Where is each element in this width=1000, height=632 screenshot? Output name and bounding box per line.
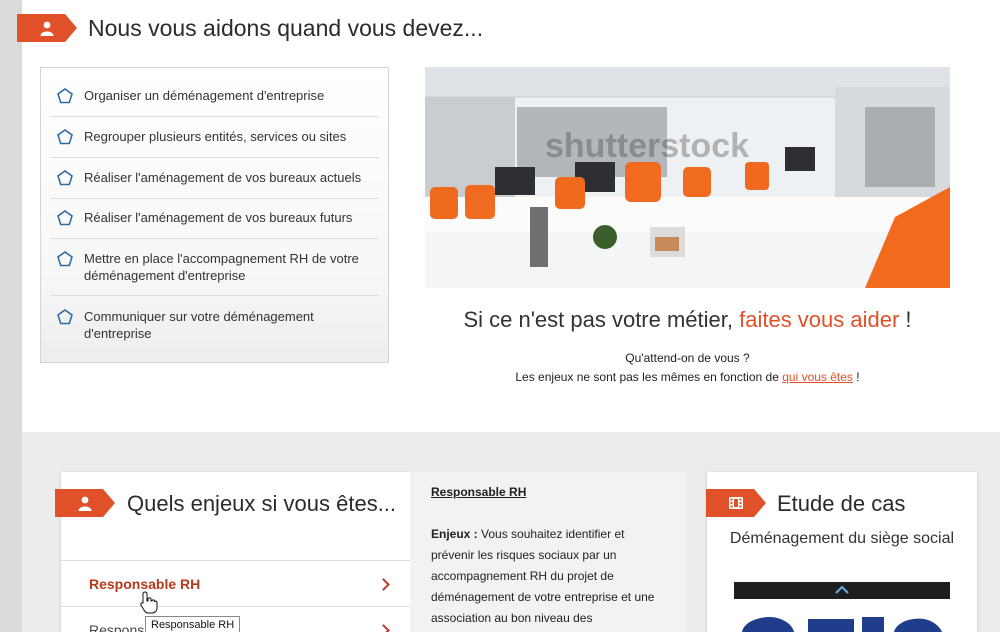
company-logo-partial	[742, 617, 942, 632]
list-item-label: Mettre en place l'accompagnement RH de v…	[84, 251, 359, 283]
question-text: Qu'attend-on de vous ?	[625, 351, 750, 365]
help-section-title: Nous vous aidons quand vous devez...	[88, 15, 484, 41]
case-study-subtitle: Déménagement du siège social	[729, 530, 955, 547]
photo-watermark: shutterstock	[545, 127, 750, 165]
tagline-main: Si ce n'est pas votre métier,	[463, 307, 740, 332]
tagline: Si ce n'est pas votre métier, faites vou…	[425, 307, 950, 333]
pentagon-icon	[57, 129, 73, 145]
enjeux-banner-arrow	[55, 489, 115, 517]
detail-body: Vous souhaitez identifier et prévenir le…	[431, 527, 655, 625]
tagline-end: !	[899, 307, 912, 332]
qui-vous-etes-link[interactable]: qui vous êtes	[782, 370, 853, 384]
left-edge-strip	[0, 0, 22, 632]
list-item-label: Regrouper plusieurs entités, services ou…	[84, 129, 347, 144]
detail-text: Enjeux : Vous souhaitez identifier et pr…	[431, 524, 661, 629]
help-list: Organiser un déménagement d'entreprise R…	[40, 67, 389, 363]
office-illustration	[425, 67, 950, 288]
list-item-bureaux-actuels[interactable]: Réaliser l'aménagement de vos bureaux ac…	[51, 169, 379, 199]
pentagon-icon	[57, 251, 73, 267]
list-item-organiser[interactable]: Organiser un déménagement d'entreprise	[51, 87, 379, 117]
sub-question-block: Qu'attend-on de vous ? Les enjeux ne son…	[425, 349, 950, 387]
tagline-accent: faites vous aider	[739, 307, 900, 332]
film-icon	[729, 497, 743, 509]
list-item-label: Organiser un déménagement d'entreprise	[84, 88, 325, 103]
person-icon	[40, 21, 54, 36]
case-study-banner-arrow	[706, 489, 766, 517]
list-item-label: Réaliser l'aménagement de vos bureaux fu…	[84, 210, 353, 225]
list-item-accompagnement-rh[interactable]: Mettre en place l'accompagnement RH de v…	[51, 250, 379, 296]
chevron-right-icon	[377, 578, 390, 591]
enjeux-text-line: Les enjeux ne sont pas les mêmes en fonc…	[425, 368, 950, 387]
pentagon-icon	[57, 210, 73, 226]
enjeu-item-responsable-rh[interactable]: Responsable RH	[61, 560, 410, 606]
person-icon	[78, 496, 92, 511]
pentagon-icon	[57, 88, 73, 104]
enjeu-item-label: Respons	[89, 622, 145, 632]
list-item-bureaux-futurs[interactable]: Réaliser l'aménagement de vos bureaux fu…	[51, 209, 379, 239]
tooltip: Responsable RH	[145, 616, 241, 632]
list-item-label: Communiquer sur votre déménagement d'ent…	[84, 309, 314, 341]
detail-label: Enjeux :	[431, 527, 478, 541]
enjeux-card: Quels enjeux si vous êtes... Responsable…	[61, 472, 410, 632]
carousel-up-button[interactable]	[734, 582, 950, 599]
chevron-right-icon	[377, 624, 390, 632]
hand-cursor-icon	[140, 591, 158, 614]
enjeu-detail-panel: Responsable RH Enjeux : Vous souhaitez i…	[410, 472, 686, 632]
case-study-title: Etude de cas	[777, 491, 906, 516]
pentagon-icon	[57, 309, 73, 325]
case-study-logo	[734, 599, 950, 632]
office-photo: shutterstock	[425, 67, 950, 288]
list-item-communiquer[interactable]: Communiquer sur votre déménagement d'ent…	[51, 308, 379, 348]
enjeux-end: !	[852, 370, 860, 384]
enjeux-text: Les enjeux ne sont pas les mêmes en fonc…	[515, 370, 783, 384]
list-item-regrouper[interactable]: Regrouper plusieurs entités, services ou…	[51, 128, 379, 158]
list-item-label: Réaliser l'aménagement de vos bureaux ac…	[84, 170, 362, 185]
chevron-up-icon	[835, 585, 849, 594]
detail-title: Responsable RH	[431, 485, 527, 499]
pentagon-icon	[57, 170, 73, 186]
enjeux-title: Quels enjeux si vous êtes...	[127, 491, 397, 516]
enjeu-item-label: Responsable RH	[89, 576, 201, 592]
section-banner-arrow	[17, 14, 77, 42]
